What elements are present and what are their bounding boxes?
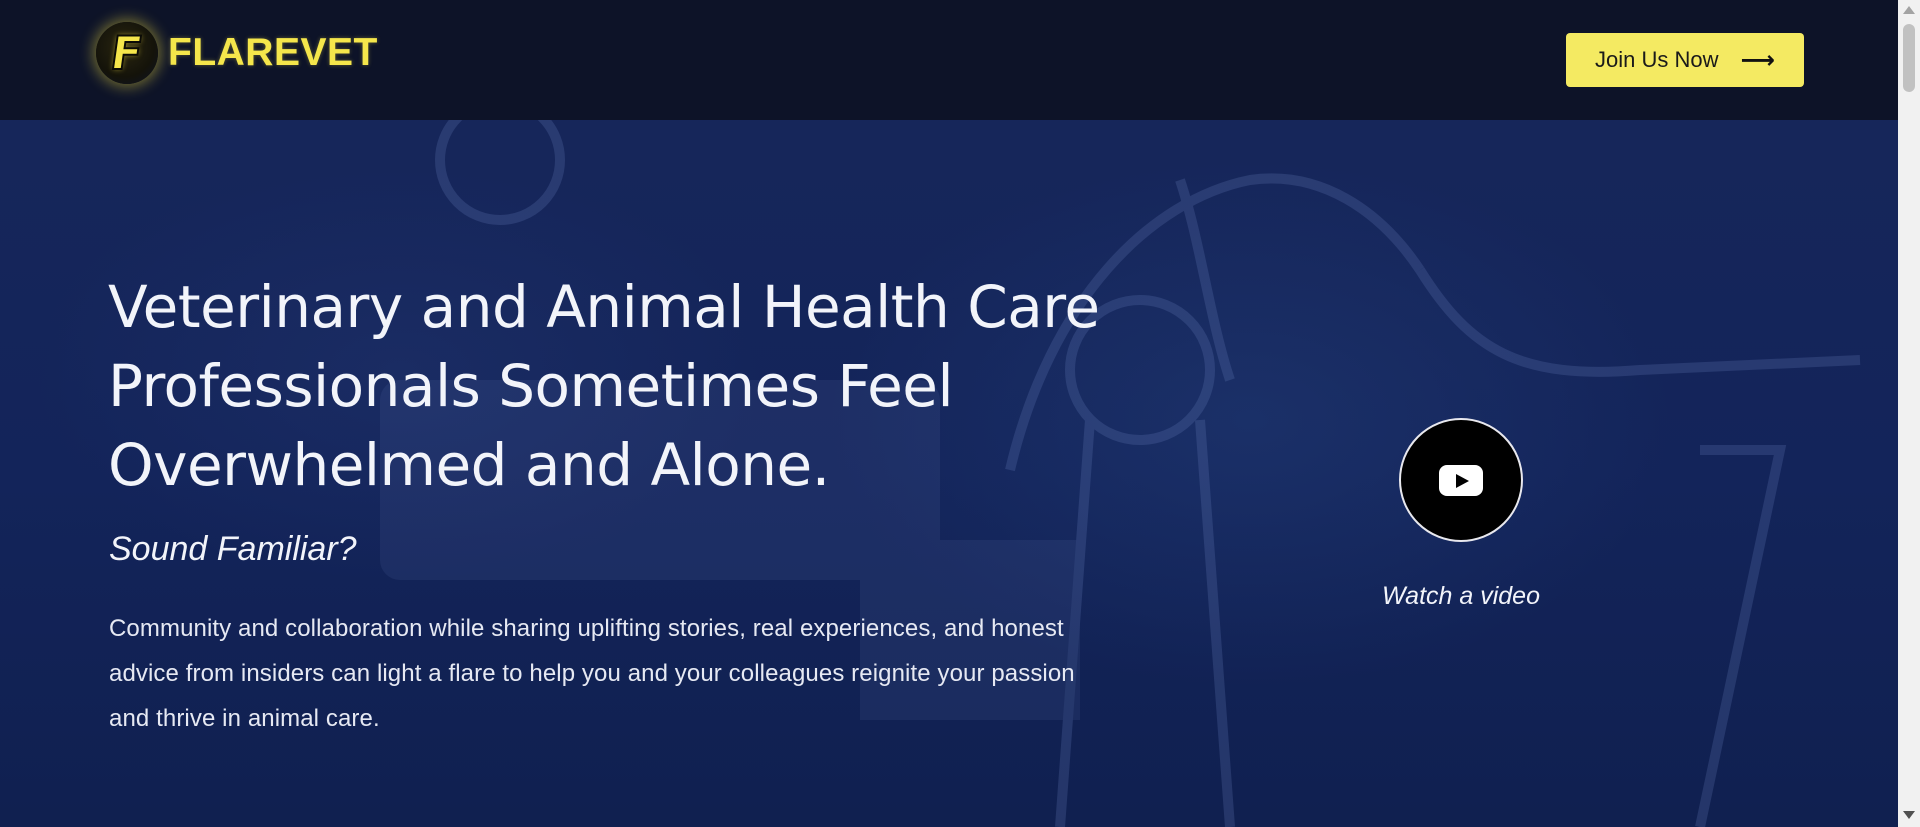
hero-section: Veterinary and Animal Health Care Profes…: [0, 120, 1898, 827]
scroll-up-arrow-icon[interactable]: [1903, 6, 1915, 14]
scroll-down-arrow-icon[interactable]: [1903, 811, 1915, 819]
join-us-now-button[interactable]: Join Us Now ⟶: [1566, 33, 1804, 87]
brand-name: FLAREVET: [168, 31, 378, 74]
flare-logo-icon: F: [96, 22, 158, 84]
hero-description: Community and collaboration while sharin…: [109, 615, 1075, 732]
watch-video-link[interactable]: Watch a video: [1382, 582, 1540, 611]
scrollbar-thumb[interactable]: [1903, 24, 1915, 92]
youtube-play-icon: [1439, 464, 1483, 496]
logo-letter: F: [106, 25, 147, 81]
brand-logo[interactable]: F FLAREVET: [96, 22, 378, 84]
join-button-label: Join Us Now: [1595, 47, 1719, 72]
page: F FLAREVET Join Us Now ⟶ Veterinary and …: [0, 0, 1920, 827]
hero-headline: Veterinary and Animal Health Care Profes…: [108, 273, 1100, 499]
hero-subheading: Sound Familiar?: [109, 530, 357, 568]
vertical-scrollbar[interactable]: [1898, 0, 1920, 827]
arrow-right-icon: ⟶: [1740, 46, 1775, 74]
play-video-button[interactable]: [1399, 418, 1523, 542]
site-header: F FLAREVET Join Us Now ⟶: [0, 0, 1898, 120]
watch-video-block: Watch a video: [1375, 418, 1547, 611]
